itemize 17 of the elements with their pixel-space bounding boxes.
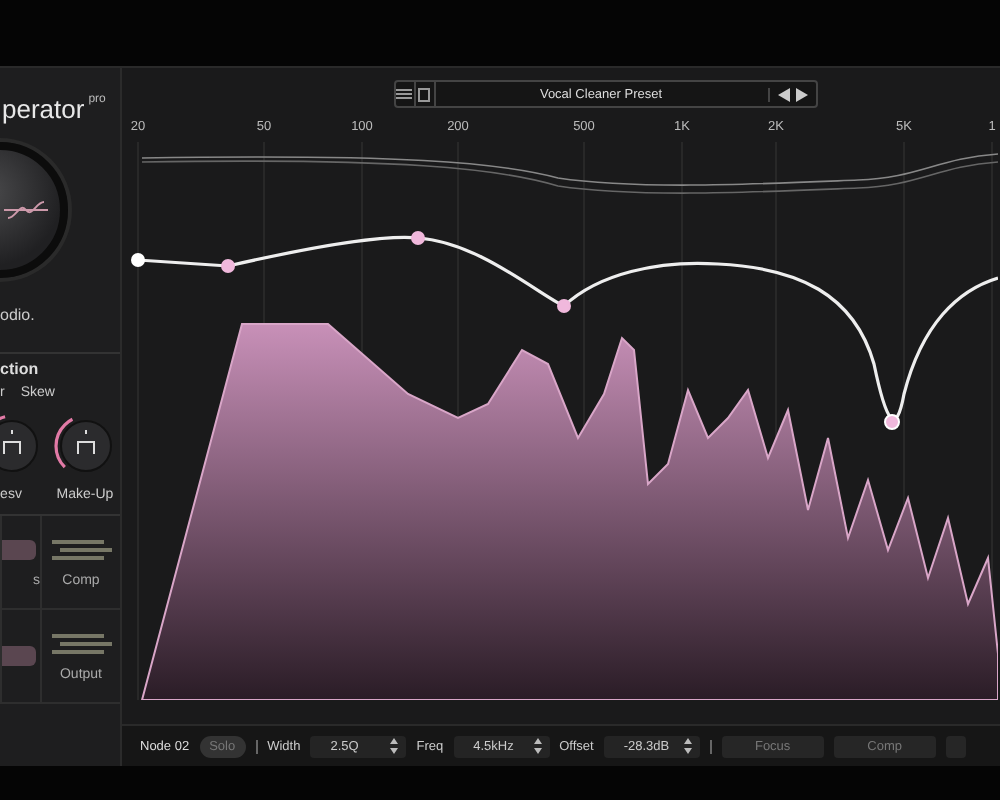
save-icon[interactable]: [415, 82, 435, 106]
eq-node[interactable]: [557, 299, 571, 313]
eq-node[interactable]: [411, 231, 425, 245]
next-icon[interactable]: [795, 87, 807, 101]
previous-icon[interactable]: [777, 87, 789, 101]
spinner-icon[interactable]: [533, 738, 542, 754]
menu-icon[interactable]: [395, 82, 415, 106]
eq-node[interactable]: [221, 259, 235, 273]
eq-node[interactable]: [131, 253, 145, 267]
spinner-icon[interactable]: [390, 738, 399, 754]
spinner-icon[interactable]: [683, 738, 692, 754]
module-icon[interactable]: [51, 631, 111, 655]
module-icon[interactable]: [51, 537, 111, 561]
plugin-title: perator: [2, 94, 85, 126]
eq-node[interactable]: [884, 414, 900, 430]
section-title: ction: [0, 352, 120, 378]
brand-name: odio.: [0, 306, 37, 324]
